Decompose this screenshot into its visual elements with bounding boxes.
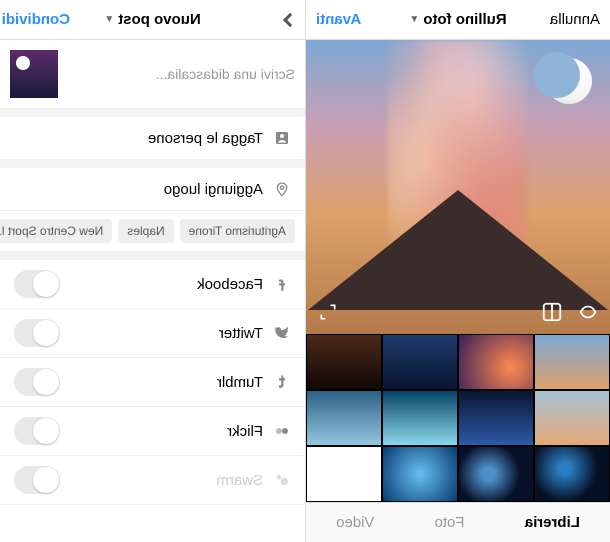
- picker-header: Annulla Rullino foto ▼ Avanti: [306, 0, 610, 40]
- thumbnail[interactable]: [458, 390, 534, 446]
- swarm-label: Swarm: [216, 472, 263, 489]
- share-button[interactable]: Condividi: [10, 11, 70, 28]
- thumbnail[interactable]: [306, 334, 382, 390]
- thumbnail[interactable]: [534, 390, 610, 446]
- location-chip[interactable]: Agriturismo Tirone: [180, 219, 295, 243]
- tab-video[interactable]: Video: [336, 514, 374, 531]
- next-button[interactable]: Avanti: [316, 11, 376, 28]
- facebook-icon: [273, 275, 291, 293]
- post-title: Nuovo post ▼: [104, 11, 200, 28]
- caption-row: Scrivi una didascalia...: [0, 40, 305, 109]
- swarm-toggle[interactable]: [14, 466, 60, 494]
- twitter-label: Twitter: [219, 325, 263, 342]
- album-title: Rullino foto: [423, 11, 506, 28]
- new-post-screen: Nuovo post ▼ Condividi Scrivi una didasc…: [0, 0, 305, 542]
- thumbnail[interactable]: [534, 446, 610, 502]
- tag-people-row[interactable]: Tagga le persone: [0, 117, 305, 160]
- facebook-toggle[interactable]: [14, 270, 60, 298]
- thumbnail[interactable]: [306, 390, 382, 446]
- caption-thumbnail[interactable]: [10, 50, 58, 98]
- swarm-icon: [273, 471, 291, 489]
- twitter-toggle[interactable]: [14, 319, 60, 347]
- facebook-label: Facebook: [197, 276, 263, 293]
- flickr-toggle[interactable]: [14, 417, 60, 445]
- thumbnail-grid: [306, 334, 610, 502]
- location-chip[interactable]: Naples: [118, 219, 173, 243]
- thumbnail[interactable]: [458, 334, 534, 390]
- bottom-tabs: Libreria Foto Video: [306, 502, 610, 542]
- chevron-left-icon: [283, 12, 297, 26]
- share-twitter-row: Twitter: [0, 309, 305, 358]
- location-pin-icon: [273, 180, 291, 198]
- cancel-button[interactable]: Annulla: [540, 11, 600, 28]
- add-location-row[interactable]: Aggiungi luogo: [0, 168, 305, 211]
- boomerang-icon[interactable]: [574, 298, 602, 326]
- photo-picker-screen: Annulla Rullino foto ▼ Avanti: [305, 0, 610, 542]
- tag-people-label: Tagga le persone: [148, 130, 263, 147]
- moon-graphic: [546, 58, 592, 104]
- thumbnail[interactable]: [382, 446, 458, 502]
- tab-library[interactable]: Libreria: [525, 514, 580, 531]
- preview-controls-right: [314, 298, 342, 326]
- person-icon: [273, 129, 291, 147]
- preview-controls-left: [538, 298, 602, 326]
- flickr-icon: [273, 422, 291, 440]
- post-header: Nuovo post ▼ Condividi: [0, 0, 305, 40]
- location-chip[interactable]: New Centro Sport l...: [0, 219, 112, 243]
- thumbnail[interactable]: [382, 390, 458, 446]
- share-flickr-row: Flickr: [0, 407, 305, 456]
- add-location-label: Aggiungi luogo: [164, 181, 263, 198]
- chevron-down-icon: ▼: [409, 14, 419, 25]
- flickr-label: Flickr: [227, 423, 263, 440]
- location-suggestions: Agriturismo Tirone Naples New Centro Spo…: [0, 211, 305, 252]
- chevron-down-icon: ▼: [104, 14, 114, 25]
- photo-preview[interactable]: [306, 40, 610, 334]
- album-selector[interactable]: Rullino foto ▼: [409, 11, 506, 28]
- divider: [0, 109, 305, 117]
- volcano-graphic: [308, 190, 608, 310]
- share-tumblr-row: Tumblr: [0, 358, 305, 407]
- thumbnail[interactable]: [306, 446, 382, 502]
- twitter-icon: [273, 324, 291, 342]
- divider: [0, 252, 305, 260]
- tumblr-icon: [273, 373, 291, 391]
- tab-photo[interactable]: Foto: [435, 514, 465, 531]
- thumbnail[interactable]: [458, 446, 534, 502]
- thumbnail[interactable]: [534, 334, 610, 390]
- share-facebook-row: Facebook: [0, 260, 305, 309]
- share-swarm-row: Swarm: [0, 456, 305, 505]
- caption-input[interactable]: Scrivi una didascalia...: [68, 66, 295, 82]
- divider: [0, 160, 305, 168]
- expand-icon[interactable]: [314, 298, 342, 326]
- thumbnail[interactable]: [382, 334, 458, 390]
- tumblr-label: Tumblr: [217, 374, 263, 391]
- layout-icon[interactable]: [538, 298, 566, 326]
- back-button[interactable]: [235, 15, 295, 25]
- tumblr-toggle[interactable]: [14, 368, 60, 396]
